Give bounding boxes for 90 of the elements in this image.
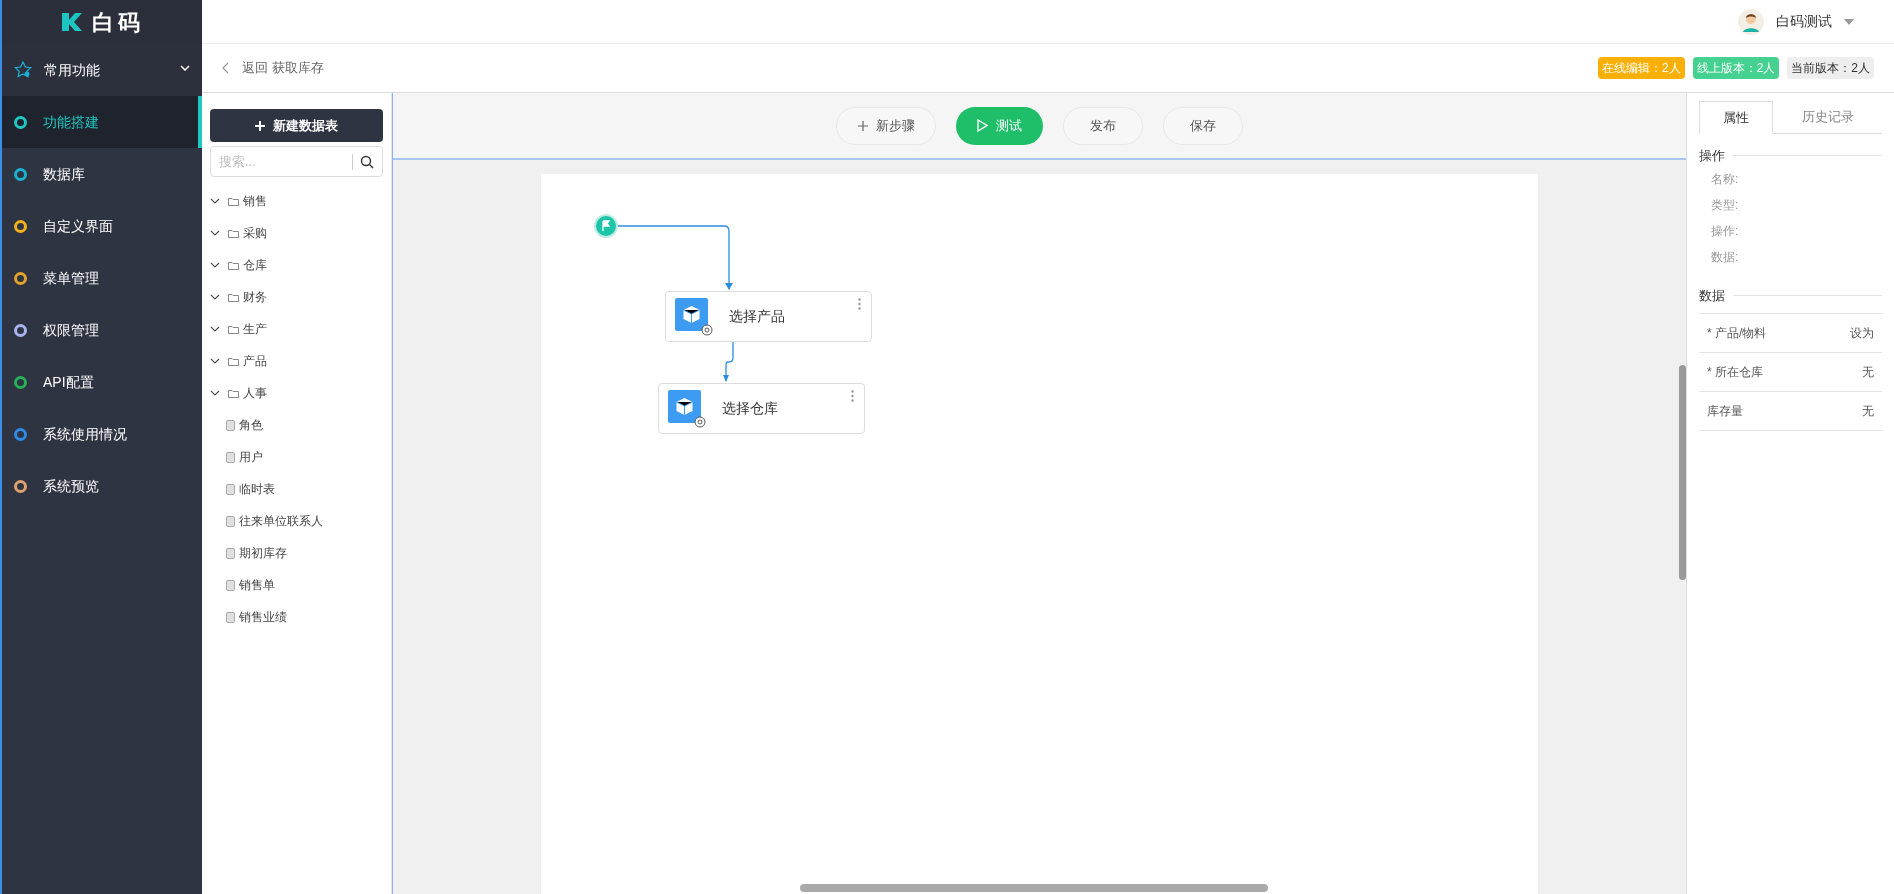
tree-item[interactable]: 仓库 (210, 249, 383, 281)
search-icon[interactable] (360, 155, 374, 169)
field-label: * 产品/物料 (1707, 325, 1767, 342)
table-icon (226, 611, 235, 623)
field-label: 类型: (1711, 196, 1740, 214)
field-value: 设为 (1850, 325, 1874, 342)
field-value: 无 (1862, 403, 1874, 420)
panel-tab[interactable]: 历史记录 (1773, 101, 1882, 133)
cube-icon (668, 389, 706, 428)
flow-step-card[interactable]: 选择仓库 (658, 383, 865, 434)
field-label: 名称: (1711, 170, 1740, 188)
field-label: 数据: (1711, 248, 1740, 266)
panel-tab[interactable]: 属性 (1699, 101, 1773, 134)
chevron-icon[interactable] (210, 230, 220, 236)
connector-arrow (722, 342, 734, 383)
step-title: 选择产品 (729, 307, 785, 326)
table-icon (226, 451, 235, 463)
cube-icon (675, 297, 713, 336)
tree-item[interactable]: 生产 (210, 313, 383, 345)
tree-item[interactable]: 期初库存 (210, 537, 383, 569)
caret-icon[interactable] (1844, 18, 1854, 25)
table-icon (226, 419, 235, 431)
chevron-icon[interactable] (210, 262, 220, 268)
new-table-button[interactable]: 新建数据表 (210, 109, 383, 142)
field-label: 操作: (1711, 222, 1740, 240)
field-value: 无 (1862, 364, 1874, 381)
section-title: 操作 (1699, 147, 1725, 165)
folder-icon (228, 324, 239, 334)
status-badge: 当前版本：2人 (1787, 57, 1874, 79)
vertical-scrollbar[interactable] (1679, 365, 1686, 580)
sidebar-group-header[interactable]: 常用功能 (2, 44, 202, 96)
sidebar-item[interactable]: 系统预览 (2, 460, 202, 512)
play-icon (977, 119, 988, 132)
chevron-icon[interactable] (210, 358, 220, 364)
section-title: 数据 (1699, 286, 1725, 305)
folder-icon (228, 196, 239, 206)
more-icon[interactable] (858, 298, 861, 310)
horizontal-scrollbar[interactable] (800, 884, 1268, 892)
chevron-icon[interactable] (210, 294, 220, 300)
tree-item[interactable]: 用户 (210, 441, 383, 473)
status-badge: 线上版本：2人 (1692, 57, 1780, 79)
chevron-icon[interactable] (210, 198, 220, 204)
toolbar-button[interactable]: 保存 (1163, 106, 1243, 145)
table-icon (226, 547, 235, 559)
tree-item[interactable]: 临时表 (210, 473, 383, 505)
sidebar-item[interactable]: 自定义界面 (2, 200, 202, 252)
chevron-icon[interactable] (210, 326, 220, 332)
back-link[interactable]: 返回 (242, 58, 268, 78)
tree-item[interactable]: 角色 (210, 409, 383, 441)
tree-item[interactable]: 人事 (210, 377, 383, 409)
sidebar-item[interactable]: 权限管理 (2, 304, 202, 356)
sidebar-item[interactable]: 系统使用情况 (2, 408, 202, 460)
folder-icon (228, 228, 239, 238)
folder-icon (228, 356, 239, 366)
plus-icon (255, 120, 265, 131)
field-label: 库存量 (1707, 403, 1743, 420)
page-title: 获取库存 (272, 59, 324, 78)
plus-icon (857, 120, 868, 131)
toolbar-button[interactable]: 新步骤 (836, 106, 936, 145)
star-icon (14, 61, 32, 79)
tree-item[interactable]: 销售 (210, 185, 383, 217)
tree-item[interactable]: 销售单 (210, 569, 383, 601)
logo-icon (60, 11, 84, 33)
sidebar-item[interactable]: 菜单管理 (2, 252, 202, 304)
field-label: * 所在仓库 (1707, 364, 1763, 381)
chevron-icon[interactable] (210, 390, 220, 396)
search-field[interactable]: 搜索... (210, 146, 383, 177)
logo-text: 白码 (92, 8, 144, 37)
user-avatar-icon[interactable] (1738, 8, 1764, 35)
folder-icon (228, 388, 239, 398)
flow-step-card[interactable]: 选择产品 (665, 291, 872, 342)
sidebar-item[interactable]: 功能搭建 (2, 96, 202, 148)
toolbar-button[interactable]: 发布 (1063, 106, 1143, 145)
step-title: 选择仓库 (722, 399, 778, 418)
sidebar-item[interactable]: 数据库 (2, 148, 202, 200)
more-icon[interactable] (851, 390, 854, 402)
tree-item[interactable]: 采购 (210, 217, 383, 249)
table-icon (226, 515, 235, 527)
tree-item[interactable]: 往来单位联系人 (210, 505, 383, 537)
folder-icon (228, 292, 239, 302)
folder-icon (228, 260, 239, 270)
tree-item[interactable]: 财务 (210, 281, 383, 313)
status-badge: 在线编辑：2人 (1597, 57, 1685, 79)
sidebar-item[interactable]: API配置 (2, 356, 202, 408)
table-icon (226, 579, 235, 591)
start-flag-icon[interactable] (594, 214, 618, 238)
tree-item[interactable]: 产品 (210, 345, 383, 377)
table-icon (226, 483, 235, 495)
tree-item[interactable]: 销售业绩 (210, 601, 383, 633)
user-name[interactable]: 白码测试 (1776, 11, 1832, 32)
